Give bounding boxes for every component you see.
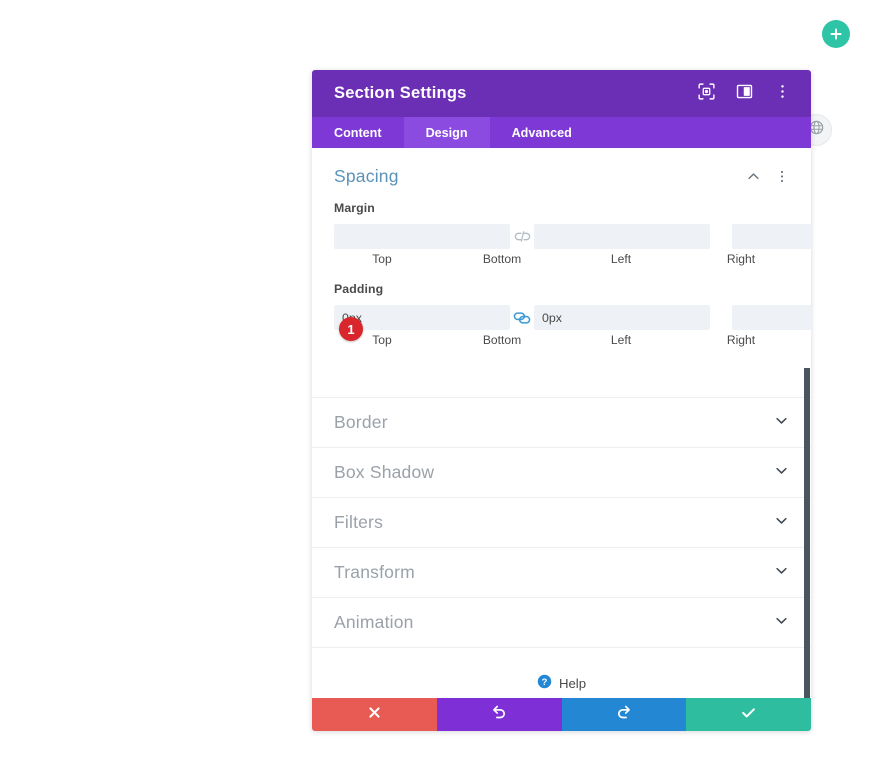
animation-title: Animation [334,612,414,632]
chevron-down-icon [774,563,789,583]
padding-left-right-pair [732,305,811,330]
checkmark-icon [740,704,757,726]
plus-icon [829,27,843,41]
section-transform[interactable]: Transform [312,547,811,597]
focus-icon-button[interactable] [693,81,719,107]
margin-group: Margin Top Bottom Left Right [334,201,811,266]
margin-top-bottom-pair [334,224,710,249]
padding-group: 1 Padding 0px 0px Top Bottom Left Right [334,282,811,347]
section-filters[interactable]: Filters [312,497,811,547]
chevron-down-icon [774,613,789,633]
padding-left-input[interactable] [732,305,811,330]
cancel-button[interactable] [312,698,437,731]
save-button[interactable] [686,698,811,731]
margin-left-right-pair [732,224,811,249]
section-animation[interactable]: Animation [312,597,811,647]
chevron-down-icon [774,513,789,533]
undo-icon [491,704,507,725]
spacing-header-icons [746,169,789,184]
section-settings-modal: Section Settings Content Design Advanced… [312,70,811,731]
focus-icon [697,82,715,105]
padding-label: Padding [334,282,384,296]
vertical-scrollbar-thumb[interactable] [804,368,810,698]
svg-text:?: ? [542,676,548,686]
modal-footer [312,698,811,731]
chevron-down-icon [774,413,789,433]
tab-design[interactable]: Design [403,117,490,148]
margin-left-input[interactable] [732,224,811,249]
filters-title: Filters [334,512,384,532]
redo-icon [616,704,632,725]
margin-labels-row: Top Bottom Left Right [334,252,789,266]
help-link[interactable]: ? Help [312,647,811,698]
tab-content[interactable]: Content [312,117,404,148]
margin-bottom-input[interactable] [534,224,710,249]
padding-bottom-label: Bottom [482,333,522,347]
link-connected-icon[interactable] [510,308,534,328]
margin-inputs-row [334,224,811,249]
section-box-shadow[interactable]: Box Shadow [312,447,811,497]
transform-title: Transform [334,562,415,582]
margin-left-label: Left [610,252,632,266]
padding-top-bottom-pair [334,305,710,330]
section-border[interactable]: Border [312,397,811,447]
chevron-up-icon[interactable] [746,169,761,184]
more-vertical-icon [774,83,791,105]
close-x-icon [367,705,382,725]
border-title: Border [334,412,388,432]
margin-top-input[interactable] [334,224,510,249]
spacing-title: Spacing [334,166,399,186]
tab-advanced[interactable]: Advanced [490,117,594,148]
step-marker-1: 1 [339,317,363,341]
page-title: Section Settings [334,84,467,102]
add-section-button[interactable] [822,20,850,48]
help-circle-icon: ? [537,674,552,694]
spacing-header[interactable]: Spacing [334,166,789,187]
help-label: Help [558,676,587,691]
undo-button[interactable] [436,698,562,731]
modal-header: Section Settings [312,70,811,117]
panel-layout-icon [736,83,753,105]
screen: Section Settings Content Design Advanced… [0,0,880,775]
padding-labels-row: Top Bottom Left Right [334,333,789,347]
padding-right-label: Right [726,333,756,347]
margin-label: Margin [334,201,375,215]
redo-button[interactable] [561,698,687,731]
header-actions [693,81,795,107]
link-broken-icon[interactable] [510,227,534,247]
section-spacing: Spacing Margin Top Bottom Left Right 1 P… [312,148,811,397]
padding-inputs-row [334,305,811,330]
panel-layout-icon-button[interactable] [731,81,757,107]
modal-body: Spacing Margin Top Bottom Left Right 1 P… [312,148,811,698]
more-vertical-icon[interactable] [775,169,789,184]
padding-bottom-input[interactable] [534,305,710,330]
tab-bar: Content Design Advanced [312,117,811,148]
box-shadow-title: Box Shadow [334,462,435,482]
chevron-down-icon [774,463,789,483]
padding-left-label: Left [610,333,632,347]
margin-right-label: Right [726,252,756,266]
margin-top-label: Top [372,252,392,266]
margin-bottom-label: Bottom [482,252,522,266]
more-vertical-icon-button[interactable] [769,81,795,107]
